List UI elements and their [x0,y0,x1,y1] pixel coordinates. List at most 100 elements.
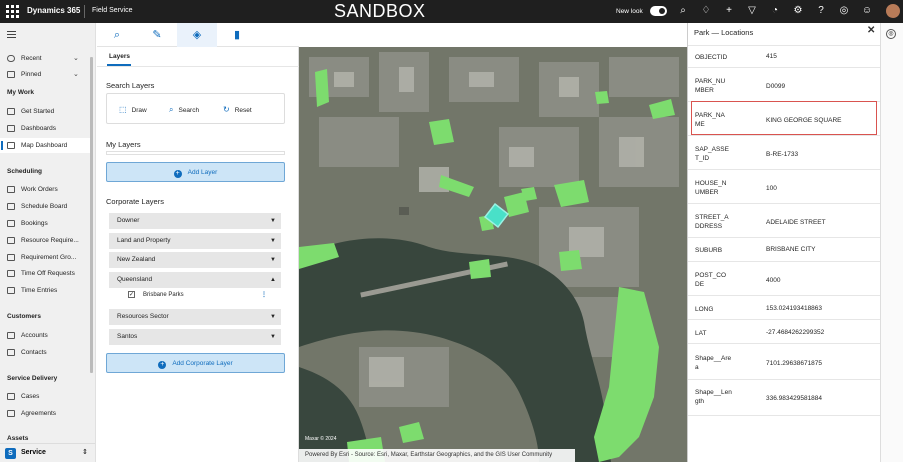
property-key: STREET_ADDRESS [695,214,729,230]
clock-icon [7,55,15,62]
bookmark-icon[interactable]: ▮ [217,23,257,47]
property-value: 415 [766,53,777,60]
map-copyright: Maxar © 2024 [305,436,337,442]
nav-item-label: Schedule Board [21,203,68,210]
draw-button[interactable]: ⬚ Draw [119,105,147,114]
lightbulb-icon[interactable]: ♢ [700,5,712,17]
layer-group-downer[interactable]: Downer ▼ [109,213,281,229]
bell-icon[interactable]: ◔ [769,5,781,17]
nav-item-agreements[interactable]: Agreements [0,406,90,421]
nav-item-map-dashboard[interactable]: Map Dashboard [0,138,90,153]
nav-item-work-orders[interactable]: Work Orders [0,182,90,197]
nav-item-contacts[interactable]: Contacts [0,345,90,360]
area-badge: S [5,448,16,459]
nav-item-bookings[interactable]: Bookings [0,216,90,231]
new-look-toggle[interactable] [650,6,667,16]
caret-down-icon[interactable]: ▼ [270,233,276,249]
hamburger-icon[interactable] [7,31,16,38]
search-icon[interactable]: ⌕ [97,23,137,47]
nav-item-dashboards[interactable]: Dashboards [0,121,90,136]
more-options-icon[interactable]: ⋮ [261,288,267,302]
area-switcher-label: Service [21,449,46,456]
add-corporate-layer-label: Add Corporate Layer [172,360,233,367]
avatar[interactable] [886,4,900,18]
nav-item-label: Recent [21,55,42,62]
nav-section-header: Customers [7,313,41,320]
sublayer-label: Brisbane Parks [143,292,184,298]
property-value: 336.983429581884 [766,395,823,402]
pencil-icon[interactable]: ✎ [137,23,177,47]
property-key: PARK_NUMBER [695,78,726,94]
app-name[interactable]: Dynamics 365 [27,6,80,15]
layers-icon[interactable]: ◈ [177,23,217,47]
gear-icon[interactable]: ⚙ [792,5,804,17]
reset-button[interactable]: ↻ Reset [223,105,252,114]
nav-section-header: Assets [7,435,29,442]
nav-item-cases[interactable]: Cases [0,389,90,404]
search-button[interactable]: ⌕ Search [169,105,199,115]
time-entry-icon [7,287,15,294]
map-view[interactable]: Maxar © 2024 Powered By Esri - Source: E… [299,47,687,462]
side-pane-strip: ◎ [880,23,903,462]
nav-item-pinned[interactable]: Pinned ⌄ [0,67,90,82]
pin-icon [7,71,15,78]
layer-group-label: Resources Sector [117,313,169,320]
nav-item-resource-requirements[interactable]: Resource Require... [0,233,90,248]
add-layer-button[interactable]: + Add Layer [106,162,285,182]
nav-item-time-off-requests[interactable]: Time Off Requests [0,266,90,281]
properties-title: Park — Locations [694,28,754,37]
caret-down-icon[interactable]: ▼ [270,213,276,229]
reset-label: Reset [234,107,252,114]
add-corporate-layer-button[interactable]: + Add Corporate Layer [106,353,285,373]
nav-item-recent[interactable]: Recent ⌄ [0,51,90,66]
tab-layers[interactable]: Layers [109,53,130,60]
app-launcher-icon[interactable] [6,5,19,18]
caret-down-icon[interactable]: ▼ [270,309,276,325]
nav-item-accounts[interactable]: Accounts [0,328,90,343]
nav-section-header: Service Delivery [7,375,58,382]
caret-down-icon[interactable]: ▼ [270,252,276,268]
caret-down-icon[interactable]: ▼ [270,329,276,345]
contact-icon [7,349,15,356]
layer-group-label: Downer [117,217,140,224]
area-switcher[interactable]: S Service ⇕ [0,443,95,462]
search-icon[interactable]: ⌕ [677,5,689,17]
add-layer-label: Add Layer [187,169,218,176]
copilot-icon[interactable]: ◎ [838,5,850,17]
add-icon: + [158,361,167,369]
map-attribution: Powered By Esri - Source: Esri, Maxar, E… [299,449,575,462]
highlighted-field-box [691,101,877,135]
chevron-down-icon[interactable]: ⌄ [73,51,79,66]
nav-item-time-entries[interactable]: Time Entries [0,283,90,298]
nav-item-requirement-groups[interactable]: Requirement Gro... [0,250,90,265]
nav-item-label: Time Off Requests [21,270,75,277]
side-pane-icon[interactable]: ◎ [886,29,896,39]
plus-icon[interactable]: + [723,5,735,17]
help-icon[interactable]: ? [815,5,827,17]
layer-group-santos[interactable]: Santos ▼ [109,329,281,345]
nav-scrollbar[interactable] [90,57,93,373]
nav-item-label: Time Entries [21,287,58,294]
nav-item-label: Accounts [21,332,48,339]
area-name[interactable]: Field Service [92,7,132,14]
nav-item-get-started[interactable]: Get Started [0,104,90,119]
layer-group-new-zealand[interactable]: New Zealand ▼ [109,252,281,268]
smiley-icon[interactable]: ☺ [861,5,873,17]
close-icon[interactable]: ✕ [867,25,875,36]
property-value: D0099 [766,83,786,90]
layer-group-land-and-property[interactable]: Land and Property ▼ [109,233,281,249]
dashboard-icon [7,125,15,132]
nav-item-schedule-board[interactable]: Schedule Board [0,199,90,214]
layer-checkbox[interactable]: ✓ [128,291,135,298]
agreement-icon [7,410,15,417]
property-value: BRISBANE CITY [766,246,816,253]
layer-group-queensland[interactable]: Queensland ▲ [109,272,281,288]
layer-group-label: New Zealand [117,256,156,263]
filter-icon[interactable]: ▽ [746,5,758,17]
caret-up-icon[interactable]: ▲ [270,272,276,288]
chevron-down-icon[interactable]: ⌄ [73,67,79,82]
booking-icon [7,220,15,227]
property-key: POST_CODE [695,272,727,288]
property-value: B-RE-1733 [766,151,799,158]
layer-group-resources-sector[interactable]: Resources Sector ▼ [109,309,281,325]
